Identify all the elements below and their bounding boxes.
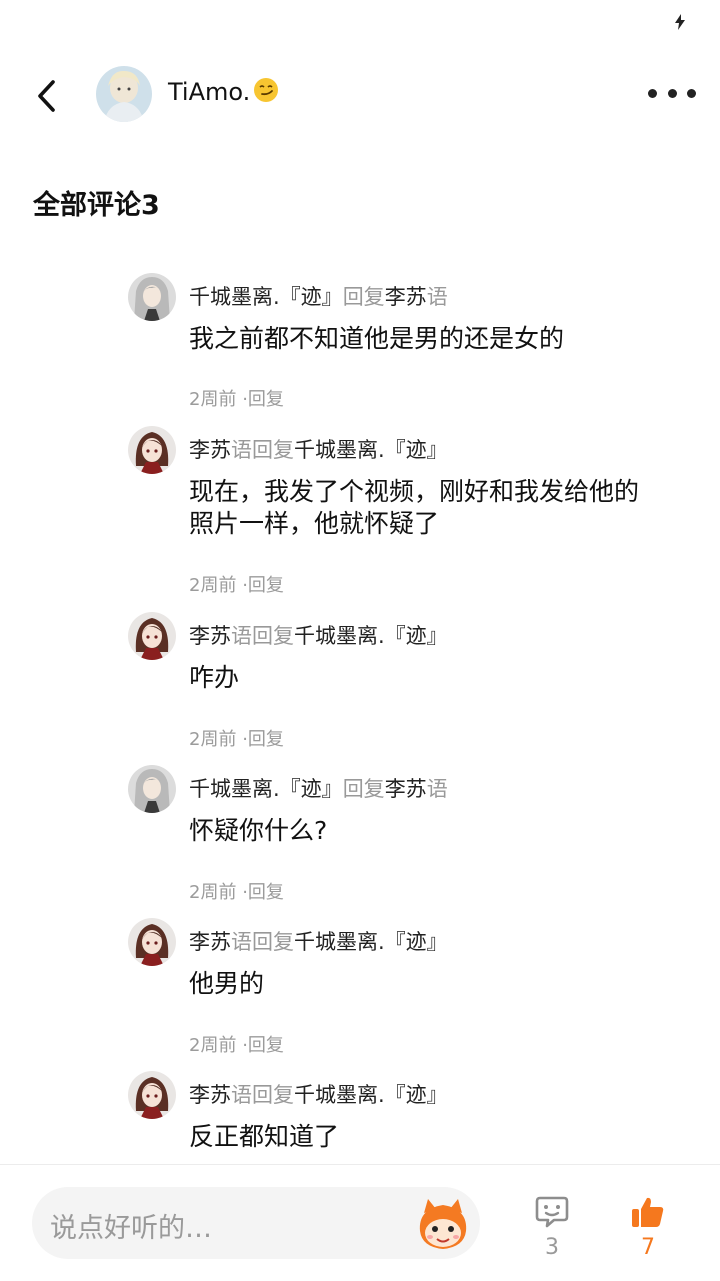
reply-button[interactable]: ·回复 bbox=[242, 882, 284, 903]
comment-input-placeholder: 说点好听的… bbox=[50, 1213, 212, 1244]
reply-label: 回复 bbox=[252, 1083, 294, 1107]
commenter-name[interactable]: 李苏 bbox=[189, 624, 231, 648]
status-bar bbox=[0, 0, 720, 44]
commenter-name[interactable]: 李苏 bbox=[189, 1083, 231, 1107]
reply-target-name[interactable]: 千城墨离.『迹』 bbox=[294, 624, 448, 648]
silver-hair-avatar-image bbox=[128, 765, 176, 813]
like-count: 7 bbox=[641, 1235, 655, 1260]
comment-count: 3 bbox=[545, 1235, 559, 1260]
commenter-name[interactable]: 李苏 bbox=[189, 438, 231, 462]
commenter-name[interactable]: 李苏 bbox=[189, 930, 231, 954]
commenter-avatar[interactable] bbox=[128, 918, 176, 966]
comment-input[interactable]: 说点好听的… bbox=[32, 1187, 480, 1259]
header-username-text: TiAmo. bbox=[168, 78, 251, 106]
comment-time: 2周前 bbox=[189, 575, 237, 596]
reply-button[interactable]: ·回复 bbox=[242, 729, 284, 750]
comment-text: 我之前都不知道他是男的还是女的 bbox=[189, 324, 565, 353]
reply-label: 回复 bbox=[252, 930, 294, 954]
comment-text: 反正都知道了 bbox=[189, 1122, 340, 1151]
comment-meta: 2周前 ·回复 bbox=[189, 1031, 284, 1057]
commenter-name-tail[interactable]: 语 bbox=[231, 1083, 252, 1107]
comment-text: 现在，我发了个视频，刚好和我发给他的照片一样，他就怀疑了 bbox=[189, 477, 640, 538]
comment-header: 李苏语回复千城墨离.『迹』 bbox=[189, 620, 448, 650]
charging-icon bbox=[675, 14, 685, 30]
comment-time: 2周前 bbox=[189, 1035, 237, 1056]
reply-button[interactable]: ·回复 bbox=[242, 1035, 284, 1056]
comment-meta: 2周前 ·回复 bbox=[189, 571, 284, 597]
more-options-button[interactable] bbox=[648, 78, 696, 108]
avatar-image bbox=[96, 66, 152, 122]
header: TiAmo. bbox=[0, 56, 720, 132]
reply-target-name-tail[interactable]: 语 bbox=[427, 777, 448, 801]
reply-label: 回复 bbox=[342, 285, 385, 309]
reply-label: 回复 bbox=[342, 777, 385, 801]
comment-header: 李苏语回复千城墨离.『迹』 bbox=[189, 434, 448, 464]
reply-button[interactable]: ·回复 bbox=[242, 575, 284, 596]
mascot-emoji-icon[interactable] bbox=[414, 1195, 472, 1253]
comment-header: 李苏语回复千城墨离.『迹』 bbox=[189, 926, 448, 956]
comment-header: 千城墨离.『迹』回复李苏语 bbox=[189, 281, 448, 311]
user-avatar[interactable] bbox=[96, 66, 152, 122]
more-dot-icon bbox=[648, 88, 657, 98]
commenter-avatar[interactable] bbox=[128, 273, 176, 321]
reply-target-name[interactable]: 李苏 bbox=[385, 285, 427, 309]
reply-label: 回复 bbox=[252, 438, 294, 462]
comment-text: 他男的 bbox=[189, 969, 265, 998]
comments-title: 全部评论3 bbox=[33, 190, 160, 221]
comment-text: 怀疑你什么? bbox=[189, 816, 328, 845]
commenter-name[interactable]: 千城墨离.『迹』 bbox=[189, 777, 343, 801]
back-arrow-icon bbox=[38, 80, 55, 112]
more-dot-icon bbox=[667, 88, 677, 98]
comment-header: 李苏语回复千城墨离.『迹』 bbox=[189, 1079, 448, 1109]
header-username[interactable]: TiAmo. bbox=[168, 76, 280, 106]
thumbs-up-icon bbox=[632, 1197, 664, 1227]
comment-meta: 2周前 ·回复 bbox=[189, 385, 284, 411]
commenter-avatar[interactable] bbox=[128, 1071, 176, 1119]
back-button[interactable] bbox=[26, 74, 66, 118]
reply-target-name[interactable]: 千城墨离.『迹』 bbox=[294, 438, 448, 462]
reply-target-name[interactable]: 李苏 bbox=[385, 777, 427, 801]
brown-hair-avatar-image bbox=[128, 612, 176, 660]
comment-time: 2周前 bbox=[189, 882, 237, 903]
comment-icon bbox=[535, 1196, 569, 1228]
comment-time: 2周前 bbox=[189, 729, 237, 750]
reply-target-name[interactable]: 千城墨离.『迹』 bbox=[294, 1083, 448, 1107]
comment-header: 千城墨离.『迹』回复李苏语 bbox=[189, 773, 448, 803]
commenter-avatar[interactable] bbox=[128, 765, 176, 813]
comment-meta: 2周前 ·回复 bbox=[189, 725, 284, 751]
commenter-avatar[interactable] bbox=[128, 426, 176, 474]
commenter-name-tail[interactable]: 语 bbox=[231, 624, 252, 648]
smirk-emoji-icon bbox=[254, 78, 279, 102]
bottom-input-bar: 说点好听的… 3 7 bbox=[0, 1164, 720, 1281]
comment-meta: 2周前 ·回复 bbox=[189, 878, 284, 904]
more-dot-icon bbox=[687, 88, 696, 98]
brown-hair-avatar-image bbox=[128, 918, 176, 966]
comment-count-button[interactable]: 3 bbox=[522, 1195, 582, 1260]
reply-target-name-tail[interactable]: 语 bbox=[427, 285, 448, 309]
reply-button[interactable]: ·回复 bbox=[242, 389, 284, 410]
comment-text: 咋办 bbox=[189, 663, 240, 692]
commenter-name[interactable]: 千城墨离.『迹』 bbox=[189, 285, 343, 309]
commenter-avatar[interactable] bbox=[128, 612, 176, 660]
reply-label: 回复 bbox=[252, 624, 294, 648]
brown-hair-avatar-image bbox=[128, 1071, 176, 1119]
commenter-name-tail[interactable]: 语 bbox=[231, 930, 252, 954]
brown-hair-avatar-image bbox=[128, 426, 176, 474]
reply-target-name[interactable]: 千城墨离.『迹』 bbox=[294, 930, 448, 954]
comment-time: 2周前 bbox=[189, 389, 237, 410]
commenter-name-tail[interactable]: 语 bbox=[231, 438, 252, 462]
like-button[interactable]: 7 bbox=[618, 1195, 678, 1260]
silver-hair-avatar-image bbox=[128, 273, 176, 321]
